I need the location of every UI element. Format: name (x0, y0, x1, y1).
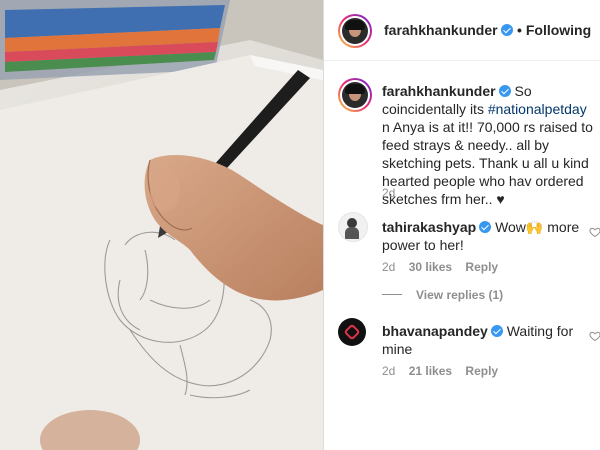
comment-text-block: bhavanapandey Waiting for mine (382, 322, 582, 358)
verified-badge-icon (498, 85, 511, 97)
comment-likes[interactable]: 30 likes (409, 260, 452, 274)
comment-text-block: tahirakashyap Wow🙌 more power to her! (382, 218, 582, 254)
caption-avatar[interactable] (342, 82, 368, 108)
verified-badge-icon (479, 221, 492, 233)
caption-age: 2d (382, 186, 396, 200)
verified-badge-icon (500, 24, 513, 36)
heart-icon[interactable] (589, 330, 600, 342)
commenter-avatar[interactable] (338, 318, 366, 346)
comment-username[interactable]: tahirakashyap (382, 219, 476, 235)
comment-meta: 2d 30 likes Reply (382, 260, 498, 274)
caption-username[interactable]: farahkhankunder (382, 83, 496, 99)
author-username[interactable]: farahkhankunder (384, 22, 498, 38)
verified-badge-icon (490, 325, 503, 337)
heart-icon[interactable] (589, 226, 600, 238)
hashtag-link[interactable]: #nationalpetday (488, 101, 587, 117)
comment-age: 2d (382, 260, 396, 274)
comment-meta: 2d 21 likes Reply (382, 364, 498, 378)
comment-username[interactable]: bhavanapandey (382, 323, 488, 339)
commenter-avatar[interactable] (338, 212, 368, 242)
author-avatar[interactable] (342, 18, 368, 44)
comment-likes[interactable]: 21 likes (409, 364, 452, 378)
sketching-photo (0, 0, 323, 450)
caption-text: farahkhankunder So coincidentally its #n… (382, 82, 596, 208)
post-media[interactable] (0, 0, 323, 450)
replies-line (382, 294, 402, 295)
author-avatar-ring[interactable] (338, 14, 372, 48)
post-header: farahkhankunder • Following (324, 0, 600, 61)
comment-age: 2d (382, 364, 396, 378)
reply-button[interactable]: Reply (465, 364, 498, 378)
post-sidebar: farahkhankunder • Following farahkhankun… (324, 0, 600, 450)
caption-text-end: n Anya is at it!! 70,000 rs raised to fe… (382, 119, 593, 207)
caption-avatar-ring[interactable] (338, 78, 372, 112)
view-replies-button[interactable]: View replies (1) (416, 288, 503, 302)
reply-button[interactable]: Reply (465, 260, 498, 274)
following-button[interactable]: • Following (517, 22, 591, 38)
